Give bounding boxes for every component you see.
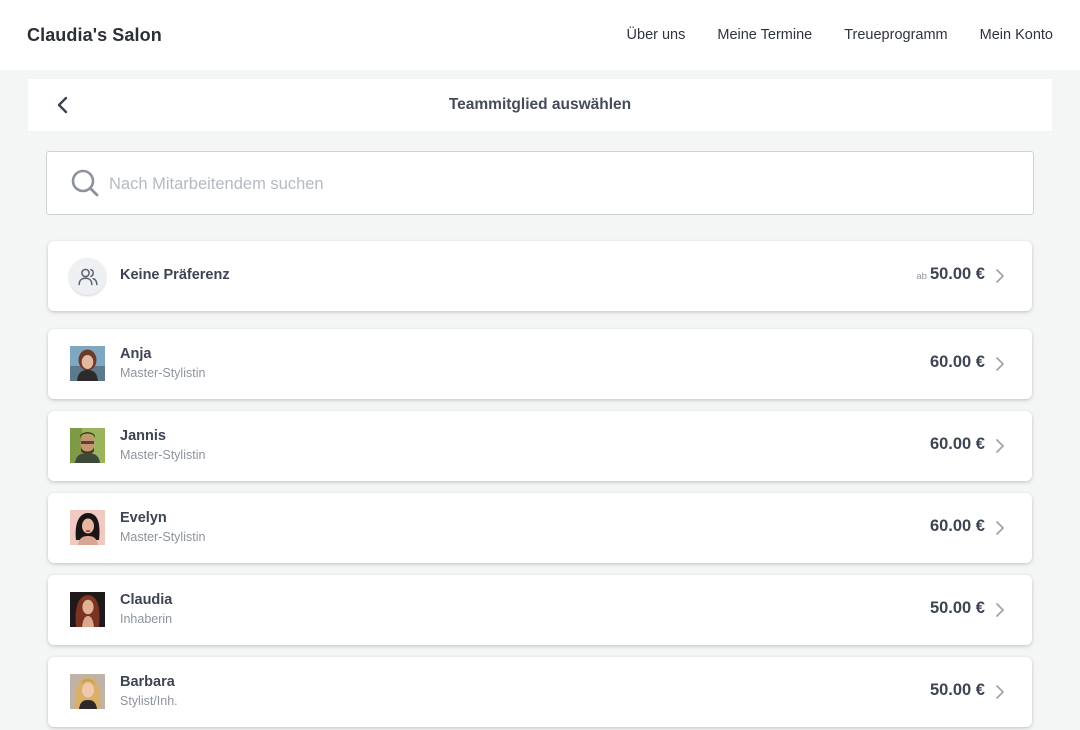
staff-option-anja[interactable]: Anja Master-Stylistin 60.00 € xyxy=(48,329,1032,399)
page-title: Teammitglied auswählen xyxy=(448,96,632,113)
chevron-right-icon xyxy=(996,269,1004,283)
staff-price: 50.00 € xyxy=(929,599,985,617)
main-nav: Über uns Meine Termine Treueprogramm Mei… xyxy=(627,27,1053,43)
avatar xyxy=(70,592,105,627)
price-group: 50.00 € xyxy=(930,599,985,618)
staff-name: Claudia xyxy=(120,592,173,608)
nav-link-account[interactable]: Mein Konto xyxy=(980,27,1053,43)
price-group: ab 50.00 € xyxy=(916,265,985,284)
avatar xyxy=(70,346,105,381)
staff-option-no-preference[interactable]: Keine Präferenz ab 50.00 € xyxy=(48,241,1032,311)
users-icon xyxy=(77,268,98,285)
staff-price: 60.00 € xyxy=(929,517,985,535)
nav-link-loyalty[interactable]: Treueprogramm xyxy=(844,27,947,43)
staff-role: Master-Stylistin xyxy=(120,530,206,544)
search-box xyxy=(46,151,1034,215)
avatar xyxy=(70,674,105,709)
avatar xyxy=(70,428,105,463)
staff-option-jannis[interactable]: Jannis Master-Stylistin 60.00 € xyxy=(48,411,1032,481)
price-prefix: ab xyxy=(916,271,927,282)
staff-price: 50.00 € xyxy=(929,681,985,699)
staff-option-barbara[interactable]: Barbara Stylist/Inh. 50.00 € xyxy=(48,657,1032,727)
brand-title[interactable]: Claudia's Salon xyxy=(27,25,162,46)
staff-option-claudia[interactable]: Claudia Inhaberin 50.00 € xyxy=(48,575,1032,645)
group-avatar xyxy=(69,258,106,295)
price-group: 60.00 € xyxy=(930,517,985,536)
search-icon xyxy=(71,169,99,197)
staff-name: Anja xyxy=(120,346,152,362)
top-navigation-bar: Claudia's Salon Über uns Meine Termine T… xyxy=(0,0,1080,70)
staff-role: Inhaberin xyxy=(120,612,173,626)
price-group: 60.00 € xyxy=(930,435,985,454)
nav-link-appointments[interactable]: Meine Termine xyxy=(717,27,812,43)
staff-role: Master-Stylistin xyxy=(120,366,206,380)
nav-link-about[interactable]: Über uns xyxy=(627,27,686,43)
staff-price: 60.00 € xyxy=(929,353,985,371)
page-header: Teammitglied auswählen xyxy=(28,79,1052,131)
chevron-right-icon xyxy=(996,439,1004,453)
staff-price: 50.00 € xyxy=(929,265,985,283)
staff-name: Jannis xyxy=(120,428,166,444)
staff-price: 60.00 € xyxy=(929,435,985,453)
chevron-right-icon xyxy=(996,357,1004,371)
price-group: 60.00 € xyxy=(930,353,985,372)
staff-role: Master-Stylistin xyxy=(120,448,206,462)
staff-role: Stylist/Inh. xyxy=(120,694,178,708)
back-button[interactable] xyxy=(50,92,76,118)
search-input[interactable] xyxy=(109,164,1009,204)
staff-option-evelyn[interactable]: Evelyn Master-Stylistin 60.00 € xyxy=(48,493,1032,563)
staff-name: Evelyn xyxy=(120,510,167,526)
chevron-right-icon xyxy=(996,685,1004,699)
staff-name: Keine Präferenz xyxy=(120,267,230,283)
chevron-left-icon xyxy=(57,96,68,114)
price-group: 50.00 € xyxy=(930,681,985,700)
avatar xyxy=(70,510,105,545)
staff-name: Barbara xyxy=(120,674,175,690)
chevron-right-icon xyxy=(996,603,1004,617)
chevron-right-icon xyxy=(996,521,1004,535)
